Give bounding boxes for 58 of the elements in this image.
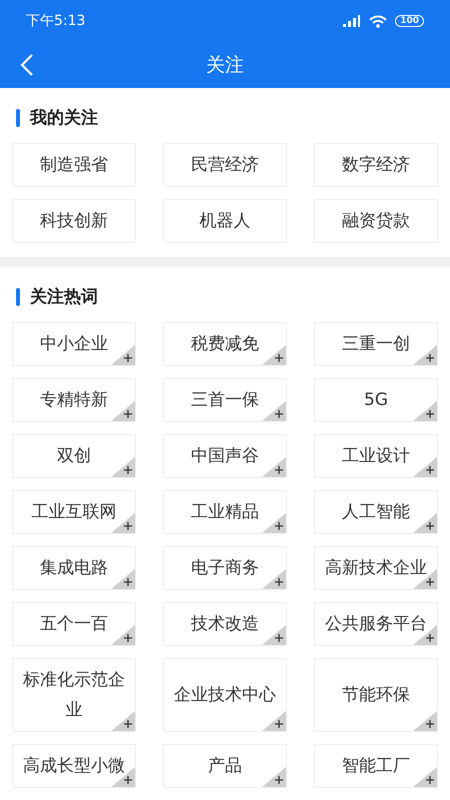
tag-button[interactable]: 电子商务 [163,546,287,590]
add-corner-icon [111,401,135,421]
tag-button[interactable]: 企业技术中心 [163,658,287,732]
tag-button[interactable]: 税费减免 [163,322,287,366]
add-corner-icon [111,625,135,645]
back-icon[interactable] [20,53,34,77]
tag-button[interactable]: 数字经济 [314,143,438,187]
tag-button[interactable]: 工业互联网 [12,490,136,534]
page-title: 关注 [206,53,244,78]
tag-button[interactable]: 科技创新 [12,199,136,243]
tag-button[interactable]: 工业设计 [314,434,438,478]
tag-button[interactable]: 智能工厂 [314,744,438,788]
tag-button[interactable]: 高新技术企业 [314,546,438,590]
tag-button[interactable]: 公共服务平台 [314,602,438,646]
tag-button[interactable]: 技术改造 [163,602,287,646]
tag-button[interactable]: 高成长型小微 [12,744,136,788]
tag-button[interactable]: 人工智能 [314,490,438,534]
add-corner-icon [262,767,286,787]
tag-button[interactable]: 五个一百 [12,602,136,646]
tag-button[interactable]: 工业精品 [163,490,287,534]
tag-button[interactable]: 三重一创 [314,322,438,366]
add-corner-icon [413,345,437,365]
tag-button[interactable]: 标准化示范企业 [12,658,136,732]
add-corner-icon [262,625,286,645]
status-time: 下午5:13 [26,12,86,30]
tag-button[interactable]: 双创 [12,434,136,478]
tag-button[interactable]: 三首一保 [163,378,287,422]
add-corner-icon [111,569,135,589]
add-corner-icon [262,569,286,589]
add-corner-icon [111,711,135,731]
add-corner-icon [111,457,135,477]
add-corner-icon [262,711,286,731]
add-corner-icon [413,711,437,731]
tag-button[interactable]: 专精特新 [12,378,136,422]
tag-button[interactable]: 中国声谷 [163,434,287,478]
tag-button[interactable]: 5G [314,378,438,422]
tag-button[interactable]: 节能环保 [314,658,438,732]
tag-button[interactable]: 融资贷款 [314,199,438,243]
add-corner-icon [262,513,286,533]
add-corner-icon [413,457,437,477]
add-corner-icon [111,345,135,365]
add-corner-icon [262,401,286,421]
tag-button[interactable]: 制造强省 [12,143,136,187]
add-corner-icon [262,457,286,477]
wifi-icon [369,14,388,28]
add-corner-icon [413,767,437,787]
section-title: 我的关注 [30,107,98,129]
add-corner-icon [413,401,437,421]
tag-button[interactable]: 产品 [163,744,287,788]
tag-button[interactable]: 民营经济 [163,143,287,187]
add-corner-icon [413,513,437,533]
tag-button[interactable]: 中小企业 [12,322,136,366]
signal-icon [343,15,362,27]
add-corner-icon [262,345,286,365]
section-title: 关注热词 [30,286,98,308]
tag-button[interactable]: 机器人 [163,199,287,243]
tag-button[interactable]: 集成电路 [12,546,136,590]
battery-level: 100 [395,15,424,27]
